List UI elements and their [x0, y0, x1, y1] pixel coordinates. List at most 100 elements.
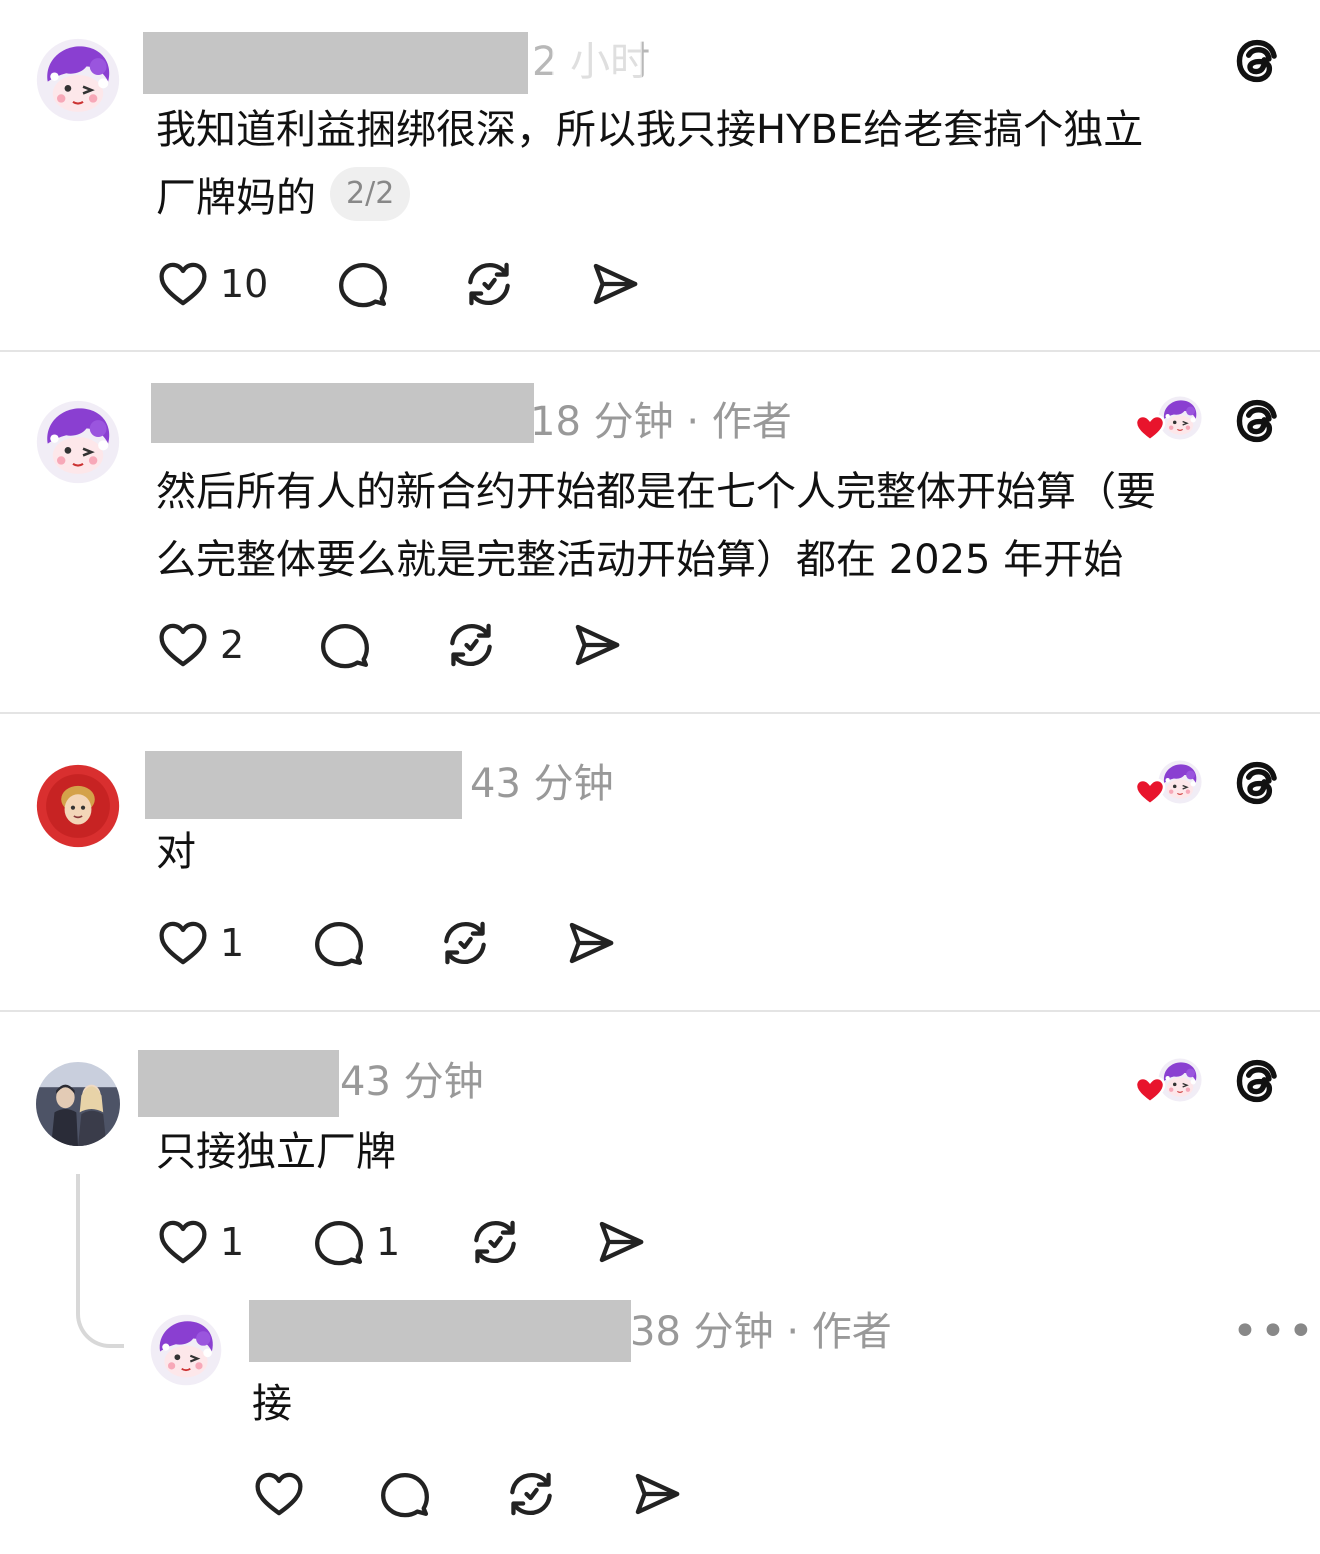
comment-icon: [336, 257, 390, 311]
like-button[interactable]: 10: [156, 256, 268, 312]
red-flower-avatar-icon: [36, 764, 120, 848]
post-text-line-content: 厂牌妈的: [156, 175, 316, 221]
share-icon: [594, 1215, 648, 1269]
post-text-line: 只接独立厂牌: [156, 1129, 396, 1175]
more-icon[interactable]: •••: [1232, 1310, 1316, 1354]
post-text: 我知道利益捆绑很深，所以我只接HYBE给老套搞个独立 厂牌妈的 2/2: [156, 96, 1143, 232]
repost-icon: [438, 916, 492, 970]
liked-by-author-icon: [1134, 392, 1208, 448]
repost-icon: [444, 618, 498, 672]
avatar[interactable]: [36, 38, 120, 122]
liked-by-author-icon: [1134, 1054, 1208, 1110]
repost-button[interactable]: [504, 1466, 558, 1522]
like-button[interactable]: [252, 1466, 306, 1522]
redacted-username: [249, 1300, 631, 1362]
like-count: 1: [220, 921, 245, 965]
like-count: 10: [220, 262, 269, 306]
divider: [0, 1010, 1320, 1012]
purple-cartoon-avatar-icon: [36, 400, 120, 484]
like-button[interactable]: 1: [156, 1214, 244, 1270]
repost-button[interactable]: [468, 1214, 522, 1270]
heart-icon: [252, 1467, 306, 1521]
purple-cartoon-avatar-icon: [36, 38, 120, 122]
share-icon: [564, 916, 618, 970]
repost-button[interactable]: [462, 256, 516, 312]
heart-icon: [156, 916, 210, 970]
action-bar: [252, 1466, 712, 1522]
comment-icon: [312, 916, 366, 970]
author-tag: · 作者: [773, 1309, 892, 1355]
repost-button[interactable]: [438, 915, 492, 971]
repost-button[interactable]: [444, 617, 498, 673]
redacted-time-overlay: [552, 36, 642, 84]
divider: [0, 350, 1320, 352]
page-indicator[interactable]: 2/2: [330, 167, 411, 221]
thread-connector: [76, 1174, 124, 1348]
post-time: 43 分钟: [340, 1059, 484, 1105]
action-bar: 10: [156, 256, 656, 312]
repost-icon: [504, 1467, 558, 1521]
avatar[interactable]: [150, 1314, 222, 1386]
post-time: 43 分钟: [470, 761, 614, 807]
redacted-username: [143, 32, 528, 94]
like-count: 2: [220, 623, 245, 667]
redacted-username: [138, 1050, 339, 1117]
avatar[interactable]: [36, 400, 120, 484]
comment-icon: [318, 618, 372, 672]
post-text: 然后所有人的新合约开始都是在七个人完整体开始算（要 么完整体要么就是完整活动开始…: [156, 458, 1156, 594]
action-bar: 1: [156, 915, 656, 971]
threads-logo-icon[interactable]: [1230, 34, 1284, 88]
post-text-line: 对: [156, 829, 196, 875]
comment-button[interactable]: [378, 1466, 432, 1522]
purple-cartoon-avatar-icon: [150, 1314, 222, 1386]
post-text-line: 么完整体要么就是完整活动开始算）都在 2025 年开始: [156, 537, 1124, 583]
reply-count: 1: [376, 1220, 401, 1264]
share-icon: [588, 257, 642, 311]
comment-icon: [378, 1467, 432, 1521]
comment-button[interactable]: [318, 617, 372, 673]
threads-logo-icon[interactable]: [1230, 394, 1284, 448]
post-text-line: 然后所有人的新合约开始都是在七个人完整体开始算（要: [156, 469, 1156, 515]
divider: [0, 712, 1320, 714]
post-time: 18 分钟: [530, 399, 674, 445]
redacted-username: [151, 383, 534, 443]
share-button[interactable]: [630, 1466, 684, 1522]
like-button[interactable]: 2: [156, 617, 244, 673]
heart-icon: [156, 257, 210, 311]
comment-button[interactable]: 1: [312, 1214, 400, 1270]
concert-photo-avatar-icon: [36, 1062, 120, 1146]
share-button[interactable]: [564, 915, 618, 971]
repost-icon: [462, 257, 516, 311]
post-meta: 18 分钟 · 作者: [530, 402, 792, 442]
share-button[interactable]: [594, 1214, 648, 1270]
avatar[interactable]: [36, 1062, 120, 1146]
repost-icon: [468, 1215, 522, 1269]
share-button[interactable]: [588, 256, 642, 312]
threads-logo-icon[interactable]: [1230, 1054, 1284, 1108]
post-text-line: 接: [252, 1381, 292, 1427]
like-button[interactable]: 1: [156, 915, 244, 971]
post-text-line: 厂牌妈的 2/2: [156, 164, 1143, 232]
comment-button[interactable]: [312, 915, 366, 971]
post-time: 38 分钟: [630, 1309, 774, 1355]
like-count: 1: [220, 1220, 245, 1264]
comment-icon: [312, 1215, 366, 1269]
threads-logo-icon[interactable]: [1230, 756, 1284, 810]
author-tag: · 作者: [673, 399, 792, 445]
post-text: 只接独立厂牌: [156, 1118, 396, 1186]
comment-button[interactable]: [336, 256, 390, 312]
heart-icon: [156, 1215, 210, 1269]
post-text-line: 我知道利益捆绑很深，所以我只接HYBE给老套搞个独立: [156, 107, 1144, 153]
share-icon: [630, 1467, 684, 1521]
post-meta: 38 分钟 · 作者: [630, 1312, 892, 1352]
post-text: 接: [252, 1370, 292, 1438]
avatar[interactable]: [36, 764, 120, 848]
redacted-username: [145, 751, 462, 819]
action-bar: 1 1: [156, 1214, 676, 1270]
share-button[interactable]: [570, 617, 624, 673]
heart-icon: [156, 618, 210, 672]
liked-by-author-icon: [1134, 756, 1208, 812]
share-icon: [570, 618, 624, 672]
post-text: 对: [156, 818, 196, 886]
action-bar: 2: [156, 617, 656, 673]
